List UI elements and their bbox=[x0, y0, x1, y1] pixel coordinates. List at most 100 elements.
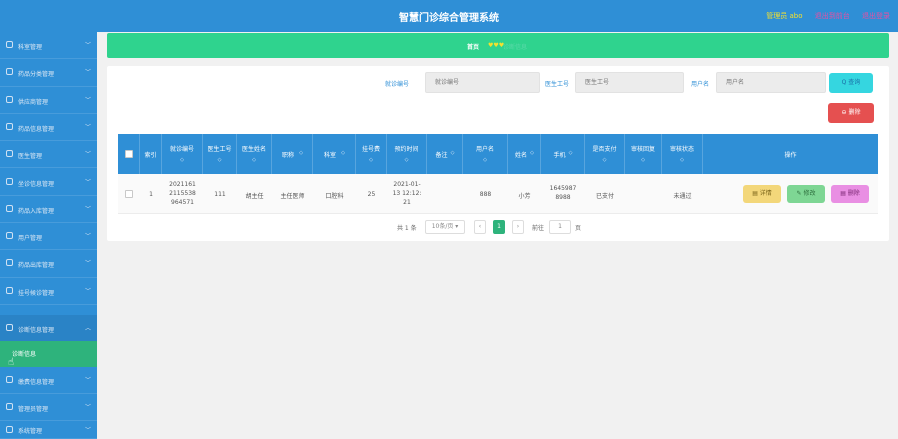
sidebar-item-label: 诊断信息管理 bbox=[18, 327, 55, 334]
visit-no-label: 就诊编号 bbox=[385, 81, 410, 88]
chevron-down-icon: ﹀ bbox=[84, 260, 91, 268]
col-status[interactable]: 审核状态 ◇ bbox=[662, 134, 703, 174]
username-field[interactable] bbox=[716, 72, 826, 93]
chevron-down-icon: ﹀ bbox=[84, 205, 91, 213]
chevron-down-icon: ﹀ bbox=[84, 151, 91, 159]
cell-visit-no: 2021161 2115538 964571 bbox=[169, 181, 196, 206]
sidebar-item-doctor[interactable]: 医生管理 ﹀ bbox=[0, 141, 97, 169]
admin-icon bbox=[6, 403, 13, 410]
logout-link[interactable]: 退出登录 bbox=[862, 12, 890, 20]
doctor-no-field[interactable] bbox=[575, 72, 684, 93]
username-label: 用户名 bbox=[691, 81, 710, 88]
col-phone[interactable]: 手机 ◇ bbox=[541, 134, 585, 174]
sidebar-item-drug-info[interactable]: 药品信息管理 ﹀ bbox=[0, 114, 97, 142]
breadcrumb-heart-icon: ♥♥♥ bbox=[488, 42, 505, 49]
cell-fee: 25 bbox=[367, 191, 376, 198]
visit-no-field[interactable] bbox=[425, 72, 540, 93]
cell-doctor-no: 111 bbox=[214, 191, 226, 198]
sidebar: 科室管理 ﹀ 药品分类管理 ﹀ 供应商管理 ﹀ 药品信息管理 ﹀ 医生管理 ﹀ 坐诊信息管… bbox=[0, 32, 97, 439]
sidebar-item-payment[interactable]: 缴费信息管理 ﹀ bbox=[0, 367, 97, 395]
col-dept[interactable]: 科室 ◇ bbox=[313, 134, 356, 174]
sidebar-item-stock-in[interactable]: 药品入库管理 ﹀ bbox=[0, 196, 97, 224]
outbox-icon bbox=[6, 259, 13, 267]
user-area: 管理员 abo 退出到前台 退出登录 bbox=[756, 11, 890, 21]
sidebar-item-label: 药品入库管理 bbox=[18, 207, 55, 215]
visit-no-input[interactable] bbox=[426, 73, 539, 92]
file-icon bbox=[6, 324, 13, 331]
goto-page-input[interactable]: 1 bbox=[549, 220, 571, 234]
sidebar-item-label: 系统管理 bbox=[18, 428, 43, 435]
batch-delete-button[interactable]: ⊖ 删除 bbox=[828, 103, 874, 123]
chevron-down-icon: ﹀ bbox=[84, 123, 91, 131]
breadcrumb-current: 诊断信息 bbox=[503, 44, 528, 51]
gear-icon bbox=[6, 426, 13, 433]
wallet-icon bbox=[6, 376, 13, 383]
cell-time: 2021-01- 13 12:12: 21 bbox=[392, 181, 422, 206]
cell-name: 小芳 bbox=[518, 193, 531, 200]
sidebar-item-label: 药品出库管理 bbox=[18, 262, 55, 270]
cell-status: 未通过 bbox=[673, 193, 692, 200]
col-doctor-no[interactable]: 医生工号 ◇ bbox=[203, 134, 237, 174]
col-reply[interactable]: 审核回复 ◇ bbox=[625, 134, 662, 174]
edit-button[interactable]: ✎ 修改 bbox=[787, 185, 825, 203]
username-input[interactable] bbox=[717, 73, 825, 92]
col-visit-no[interactable]: 就诊编号 ◇ bbox=[162, 134, 203, 174]
page-1-button[interactable]: 1 bbox=[493, 220, 505, 234]
chevron-down-icon: ﹀ bbox=[84, 178, 91, 186]
breadcrumb-home[interactable]: 首页 bbox=[467, 42, 479, 51]
sidebar-item-label: 坐诊信息管理 bbox=[18, 180, 55, 188]
sidebar-item-users[interactable]: 用户管理 ﹀ bbox=[0, 223, 97, 251]
col-remark[interactable]: 备注 ◇ bbox=[427, 134, 463, 174]
sidebar-item-registration[interactable]: 挂号候诊管理 ﹀ bbox=[0, 278, 97, 305]
sidebar-item-label: 科室管理 bbox=[18, 44, 43, 51]
delete-button[interactable]: ▤ 删除 bbox=[831, 185, 869, 203]
sidebar-item-drug-category[interactable]: 药品分类管理 ﹀ bbox=[0, 59, 97, 87]
grid-icon bbox=[6, 41, 13, 48]
sidebar-item-label: 供应商管理 bbox=[18, 98, 49, 106]
sidebar-item-label: 挂号候诊管理 bbox=[18, 289, 55, 297]
chevron-down-icon: ﹀ bbox=[84, 69, 91, 77]
total-count: 共 1 条 bbox=[397, 225, 417, 232]
cell-actions: ▤ 详情 ✎ 修改 ▤ 删除 bbox=[703, 174, 878, 214]
chevron-down-icon: ﹀ bbox=[84, 404, 91, 411]
cell-phone: 1645987 8988 bbox=[549, 185, 577, 201]
sidebar-item-system[interactable]: 系统管理 ﹀ bbox=[0, 421, 97, 439]
sidebar-item-label: 管理员管理 bbox=[18, 406, 49, 413]
admin-label: 管理员 abo bbox=[766, 12, 803, 20]
chevron-down-icon: ﹀ bbox=[84, 233, 91, 241]
cell-reply bbox=[625, 174, 662, 214]
col-fee[interactable]: 挂号费 ◇ bbox=[356, 134, 387, 174]
sidebar-item-label: 医生管理 bbox=[18, 153, 43, 161]
page-size-select[interactable]: 10条/页 ▾ bbox=[425, 220, 465, 234]
chevron-down-icon: ﹀ bbox=[84, 42, 91, 49]
sidebar-item-admins[interactable]: 管理员管理 ﹀ bbox=[0, 394, 97, 422]
submenu-diagnosis-info[interactable]: 诊断信息 ☝ bbox=[0, 341, 97, 368]
page-unit: 页 bbox=[575, 225, 582, 232]
doctor-no-input[interactable] bbox=[576, 73, 683, 92]
goto-label: 前往 bbox=[532, 225, 545, 232]
cell-paid: 已支付 bbox=[595, 193, 614, 200]
next-page-button[interactable]: › bbox=[512, 220, 524, 234]
front-link[interactable]: 退出到前台 bbox=[815, 12, 850, 20]
sidebar-item-schedule[interactable]: 坐诊信息管理 ﹀ bbox=[0, 169, 97, 196]
select-all-checkbox[interactable] bbox=[125, 150, 133, 158]
col-index[interactable]: 索引 bbox=[140, 134, 162, 174]
search-button[interactable]: Q 查询 bbox=[829, 73, 873, 93]
prev-page-button[interactable]: ‹ bbox=[474, 220, 486, 234]
sidebar-item-dept[interactable]: 科室管理 ﹀ bbox=[0, 32, 97, 60]
sidebar-item-label: 药品信息管理 bbox=[18, 125, 55, 133]
user-icon bbox=[6, 232, 13, 240]
inbox-icon bbox=[6, 204, 13, 212]
table-row: 1 2021161 2115538 964571 111 胡主任 主任医师 口腔科 … bbox=[118, 174, 878, 214]
detail-button[interactable]: ▤ 详情 bbox=[743, 185, 781, 203]
chevron-up-icon: ︿ bbox=[84, 325, 91, 332]
sidebar-item-stock-out[interactable]: 药品出库管理 ﹀ bbox=[0, 250, 97, 278]
sidebar-item-diagnosis[interactable]: 诊断信息管理 ︿ bbox=[0, 315, 97, 343]
sidebar-item-supplier[interactable]: 供应商管理 ﹀ bbox=[0, 87, 97, 114]
cell-title: 主任医师 bbox=[280, 193, 305, 200]
chevron-down-icon: ﹀ bbox=[84, 287, 91, 295]
row-checkbox[interactable] bbox=[125, 190, 133, 198]
col-paid[interactable]: 是否支付 ◇ bbox=[585, 134, 625, 174]
chevron-down-icon: ﹀ bbox=[84, 96, 91, 104]
cell-username: 888 bbox=[479, 191, 492, 198]
